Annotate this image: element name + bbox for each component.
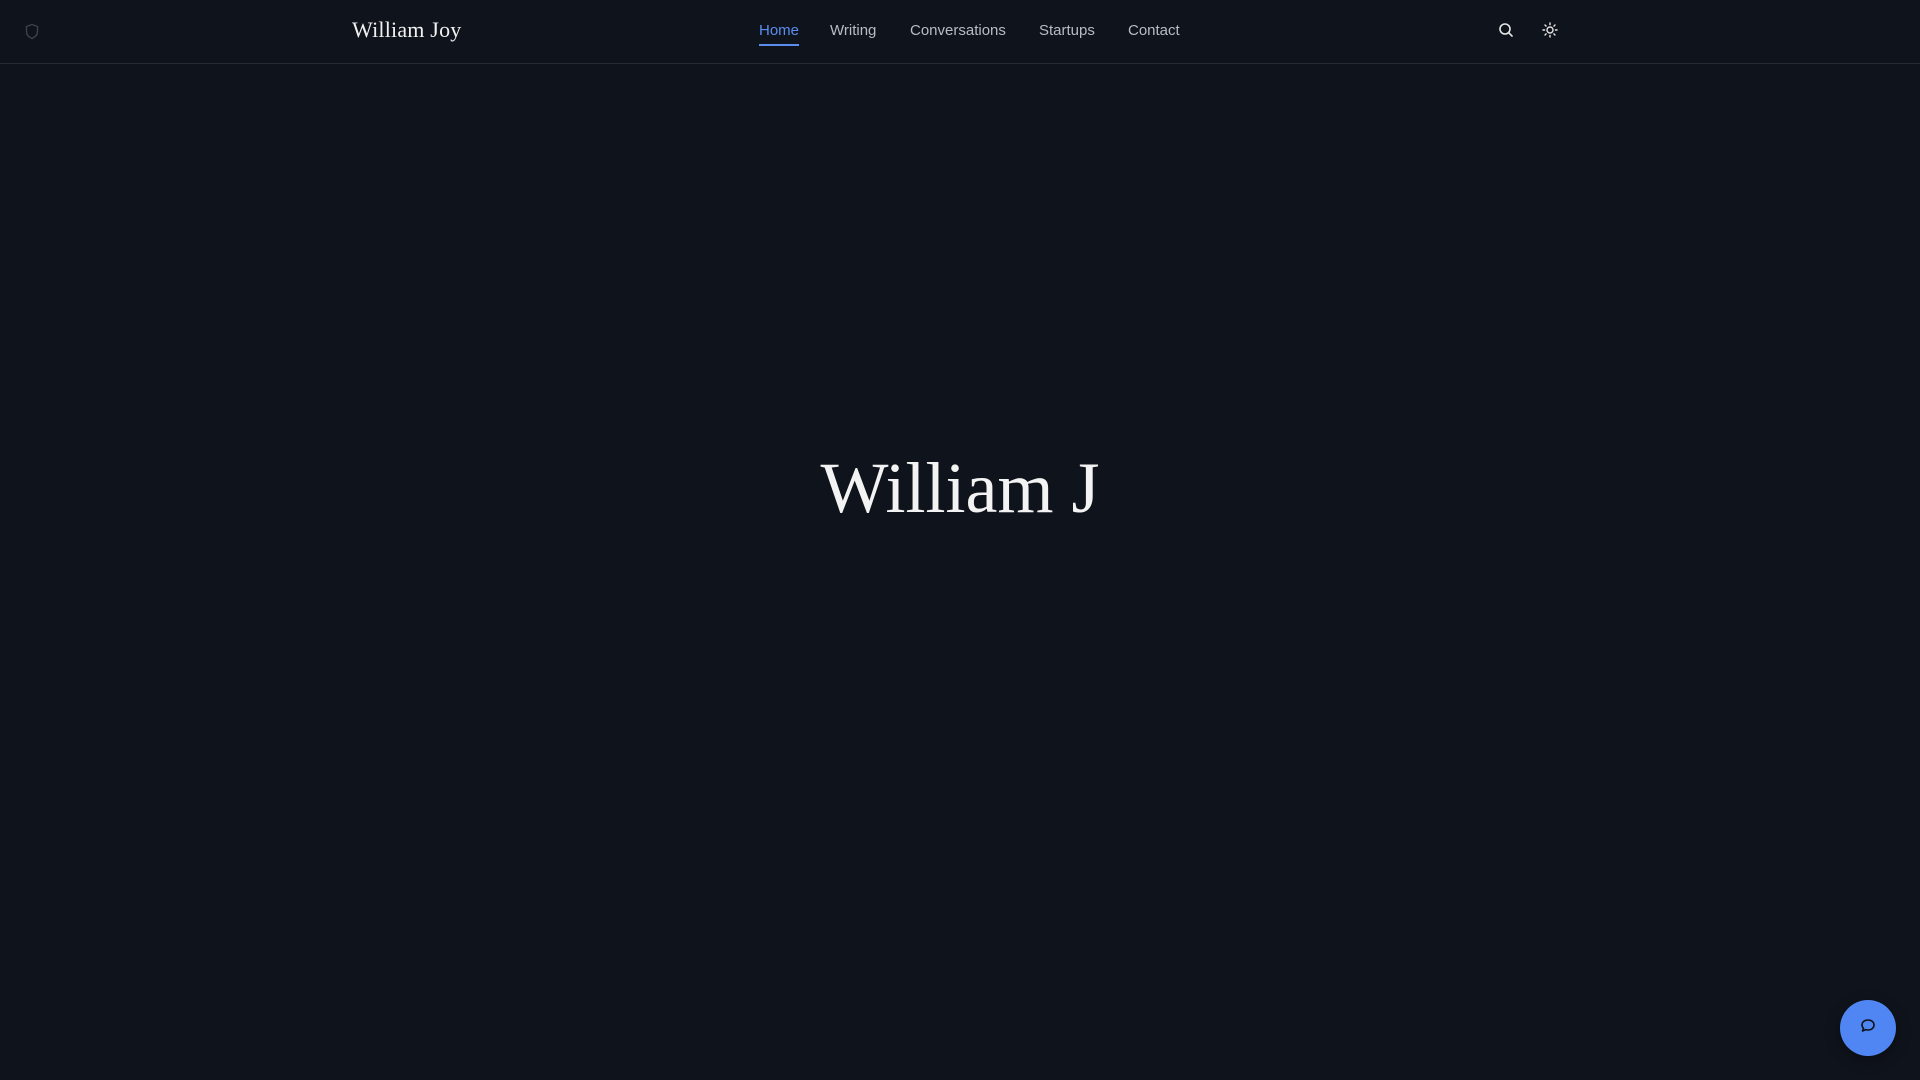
search-button[interactable]	[1495, 21, 1517, 43]
shield-icon	[24, 23, 40, 40]
search-icon	[1498, 22, 1514, 43]
nav-item-home[interactable]: Home	[759, 22, 799, 39]
theme-toggle-button[interactable]	[1539, 21, 1561, 43]
chat-button[interactable]	[1840, 1000, 1896, 1056]
nav-item-contact[interactable]: Contact	[1128, 22, 1180, 39]
sun-icon	[1542, 21, 1558, 43]
nav-item-writing[interactable]: Writing	[830, 22, 876, 39]
chat-bubble-icon	[1859, 1017, 1877, 1040]
nav-item-conversations[interactable]: Conversations	[910, 22, 1006, 39]
site-header: William Joy Home Writing Conversations S…	[0, 0, 1920, 64]
nav-item-startups[interactable]: Startups	[1039, 22, 1095, 39]
hero-title: William J	[820, 448, 1100, 528]
site-brand[interactable]: William Joy	[352, 17, 461, 43]
nav-active-indicator	[759, 44, 799, 46]
